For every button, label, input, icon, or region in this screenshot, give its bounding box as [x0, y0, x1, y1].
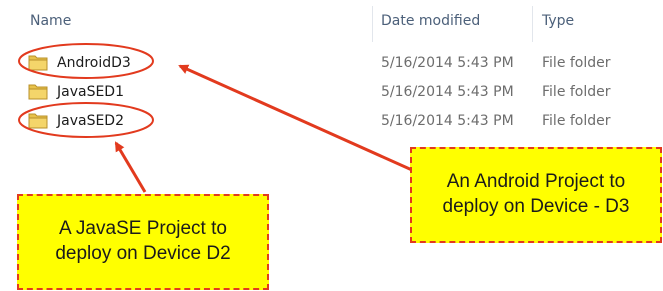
column-header-type[interactable]: Type — [542, 13, 574, 29]
file-date: 5/16/2014 5:43 PM — [381, 84, 514, 100]
column-divider[interactable] — [372, 6, 373, 42]
file-type: File folder — [542, 113, 611, 129]
folder-icon — [28, 55, 48, 71]
column-header-name[interactable]: Name — [30, 13, 71, 29]
file-name[interactable]: JavaSED1 — [57, 84, 124, 100]
file-row-androidd3[interactable]: AndroidD3 5/16/2014 5:43 PM File folder — [0, 50, 663, 79]
callout-android-line2: deploy on Device - D3 — [442, 196, 630, 217]
file-row-javased2[interactable]: JavaSED2 5/16/2014 5:43 PM File folder — [0, 108, 663, 137]
file-name[interactable]: AndroidD3 — [57, 55, 131, 71]
file-type: File folder — [542, 84, 611, 100]
column-header-row: Name Date modified Type — [0, 0, 663, 46]
arrow-javase — [114, 141, 147, 193]
column-divider[interactable] — [532, 6, 533, 42]
callout-javase-line2: deploy on Device D2 — [55, 243, 231, 264]
folder-icon — [28, 113, 48, 129]
file-type: File folder — [542, 55, 611, 71]
callout-android-line1: An Android Project to — [446, 171, 626, 193]
folder-icon — [28, 84, 48, 100]
callout-android-project: An Android Project to deploy on Device -… — [410, 147, 662, 243]
file-name[interactable]: JavaSED2 — [57, 113, 124, 129]
column-header-date-modified[interactable]: Date modified — [381, 13, 480, 29]
callout-javase-line1: A JavaSE Project to — [59, 218, 227, 240]
file-row-javased1[interactable]: JavaSED1 5/16/2014 5:43 PM File folder — [0, 79, 663, 108]
file-date: 5/16/2014 5:43 PM — [381, 55, 514, 71]
file-date: 5/16/2014 5:43 PM — [381, 113, 514, 129]
callout-javase-project: A JavaSE Project to deploy on Device D2 — [17, 194, 269, 290]
